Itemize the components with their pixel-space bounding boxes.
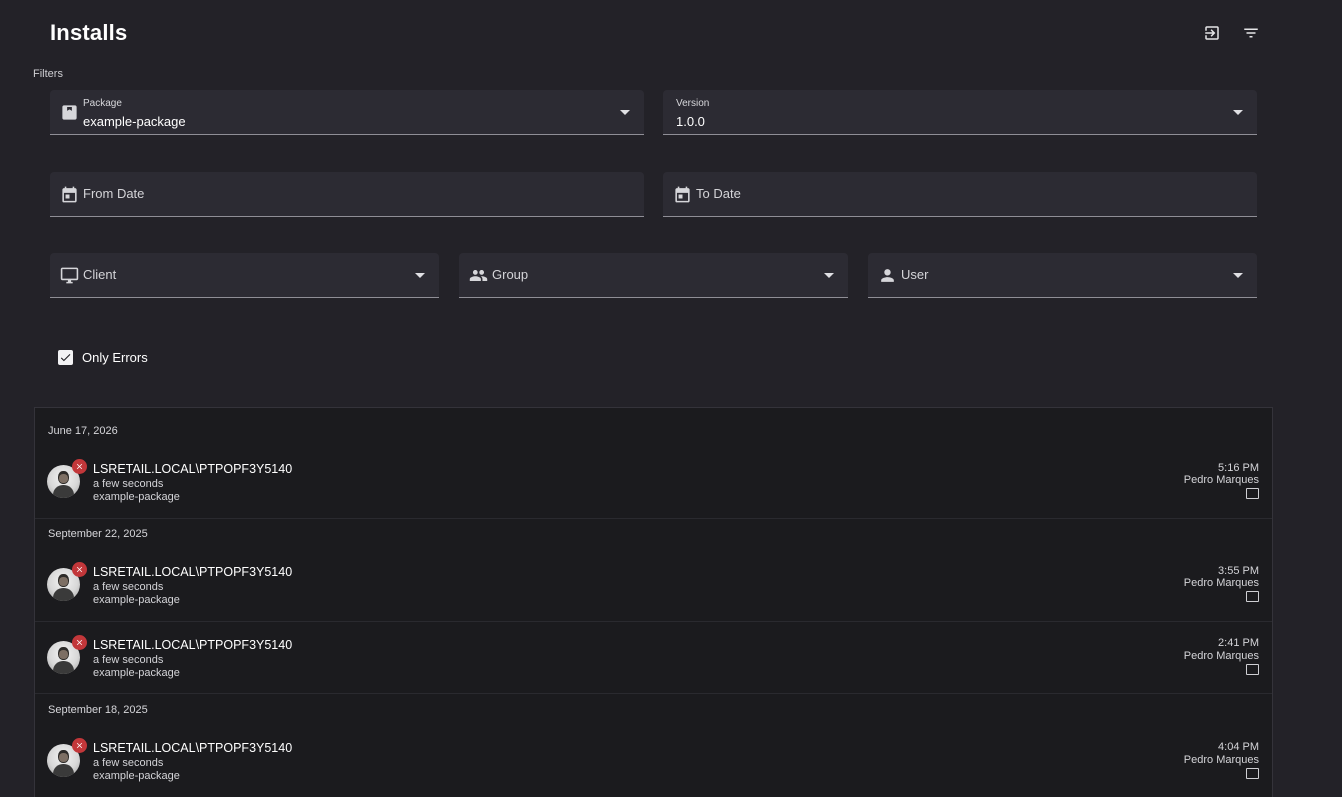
install-time: 5:16 PM xyxy=(1218,462,1259,474)
divider xyxy=(35,693,1272,694)
list-item[interactable]: LSRETAIL.LOCAL\PTPOPF3Y5140 a few second… xyxy=(35,452,1272,518)
export-icon[interactable] xyxy=(1201,22,1223,44)
person-icon xyxy=(877,265,897,285)
error-icon xyxy=(72,635,87,650)
only-errors-checkbox[interactable]: Only Errors xyxy=(58,350,148,365)
machine-name: LSRETAIL.LOCAL\PTPOPF3Y5140 xyxy=(93,741,293,755)
version-value: 1.0.0 xyxy=(676,114,705,129)
package-icon xyxy=(59,102,79,122)
package-label: Package xyxy=(83,98,122,109)
error-icon xyxy=(72,738,87,753)
package-select[interactable]: Package example-package xyxy=(50,90,644,135)
package-name: example-package xyxy=(93,594,180,606)
group-select[interactable]: Group xyxy=(459,253,848,298)
time-ago: a few seconds xyxy=(93,757,164,769)
date-header: September 22, 2025 xyxy=(48,528,148,540)
chevron-down-icon xyxy=(620,110,630,115)
install-user: Pedro Marques xyxy=(1183,650,1259,662)
package-value: example-package xyxy=(83,114,186,129)
window-icon[interactable] xyxy=(1246,488,1259,499)
machine-name: LSRETAIL.LOCAL\PTPOPF3Y5140 xyxy=(93,638,293,652)
time-ago: a few seconds xyxy=(93,478,164,490)
calendar-icon xyxy=(672,184,692,204)
install-time: 3:55 PM xyxy=(1218,565,1259,577)
time-ago: a few seconds xyxy=(93,581,164,593)
chevron-down-icon xyxy=(1233,110,1243,115)
group-icon xyxy=(468,265,488,285)
filter-list-icon[interactable] xyxy=(1240,22,1262,44)
date-header: September 18, 2025 xyxy=(48,704,148,716)
window-icon[interactable] xyxy=(1246,664,1259,675)
error-icon xyxy=(72,562,87,577)
install-time: 2:41 PM xyxy=(1218,637,1259,649)
client-select[interactable]: Client xyxy=(50,253,439,298)
machine-name: LSRETAIL.LOCAL\PTPOPF3Y5140 xyxy=(93,565,293,579)
date-header: June 17, 2026 xyxy=(48,425,118,437)
list-item[interactable]: LSRETAIL.LOCAL\PTPOPF3Y5140 a few second… xyxy=(35,731,1272,797)
divider xyxy=(35,518,1272,519)
install-user: Pedro Marques xyxy=(1183,754,1259,766)
package-name: example-package xyxy=(93,667,180,679)
group-placeholder: Group xyxy=(492,267,529,282)
chevron-down-icon xyxy=(415,273,425,278)
time-ago: a few seconds xyxy=(93,654,164,666)
install-user: Pedro Marques xyxy=(1183,474,1259,486)
package-name: example-package xyxy=(93,491,180,503)
only-errors-label: Only Errors xyxy=(82,350,148,365)
filters-label: Filters xyxy=(33,68,63,80)
package-name: example-package xyxy=(93,770,180,782)
client-placeholder: Client xyxy=(83,267,117,282)
monitor-icon xyxy=(59,265,79,285)
page-title: Installs xyxy=(50,20,128,45)
chevron-down-icon xyxy=(1233,273,1243,278)
window-icon[interactable] xyxy=(1246,591,1259,602)
installs-list: June 17, 2026 LSRETAIL.LOCAL\PTPOPF3Y514… xyxy=(34,407,1273,797)
from-date-field[interactable]: From Date xyxy=(50,172,644,217)
version-select[interactable]: Version 1.0.0 xyxy=(663,90,1257,135)
user-select[interactable]: User xyxy=(868,253,1257,298)
list-item[interactable]: LSRETAIL.LOCAL\PTPOPF3Y5140 a few second… xyxy=(35,628,1272,694)
installs-page: Installs Filters Package example-package… xyxy=(0,0,1342,797)
to-date-placeholder: To Date xyxy=(696,186,741,201)
from-date-placeholder: From Date xyxy=(83,186,145,201)
divider xyxy=(35,621,1272,622)
user-placeholder: User xyxy=(901,267,929,282)
version-label: Version xyxy=(676,98,710,109)
install-user: Pedro Marques xyxy=(1183,577,1259,589)
calendar-icon xyxy=(59,184,79,204)
chevron-down-icon xyxy=(824,273,834,278)
install-time: 4:04 PM xyxy=(1218,741,1259,753)
to-date-field[interactable]: To Date xyxy=(663,172,1257,217)
machine-name: LSRETAIL.LOCAL\PTPOPF3Y5140 xyxy=(93,462,293,476)
list-item[interactable]: LSRETAIL.LOCAL\PTPOPF3Y5140 a few second… xyxy=(35,555,1272,621)
window-icon[interactable] xyxy=(1246,768,1259,779)
error-icon xyxy=(72,459,87,474)
checkbox-checked-icon[interactable] xyxy=(58,350,73,365)
